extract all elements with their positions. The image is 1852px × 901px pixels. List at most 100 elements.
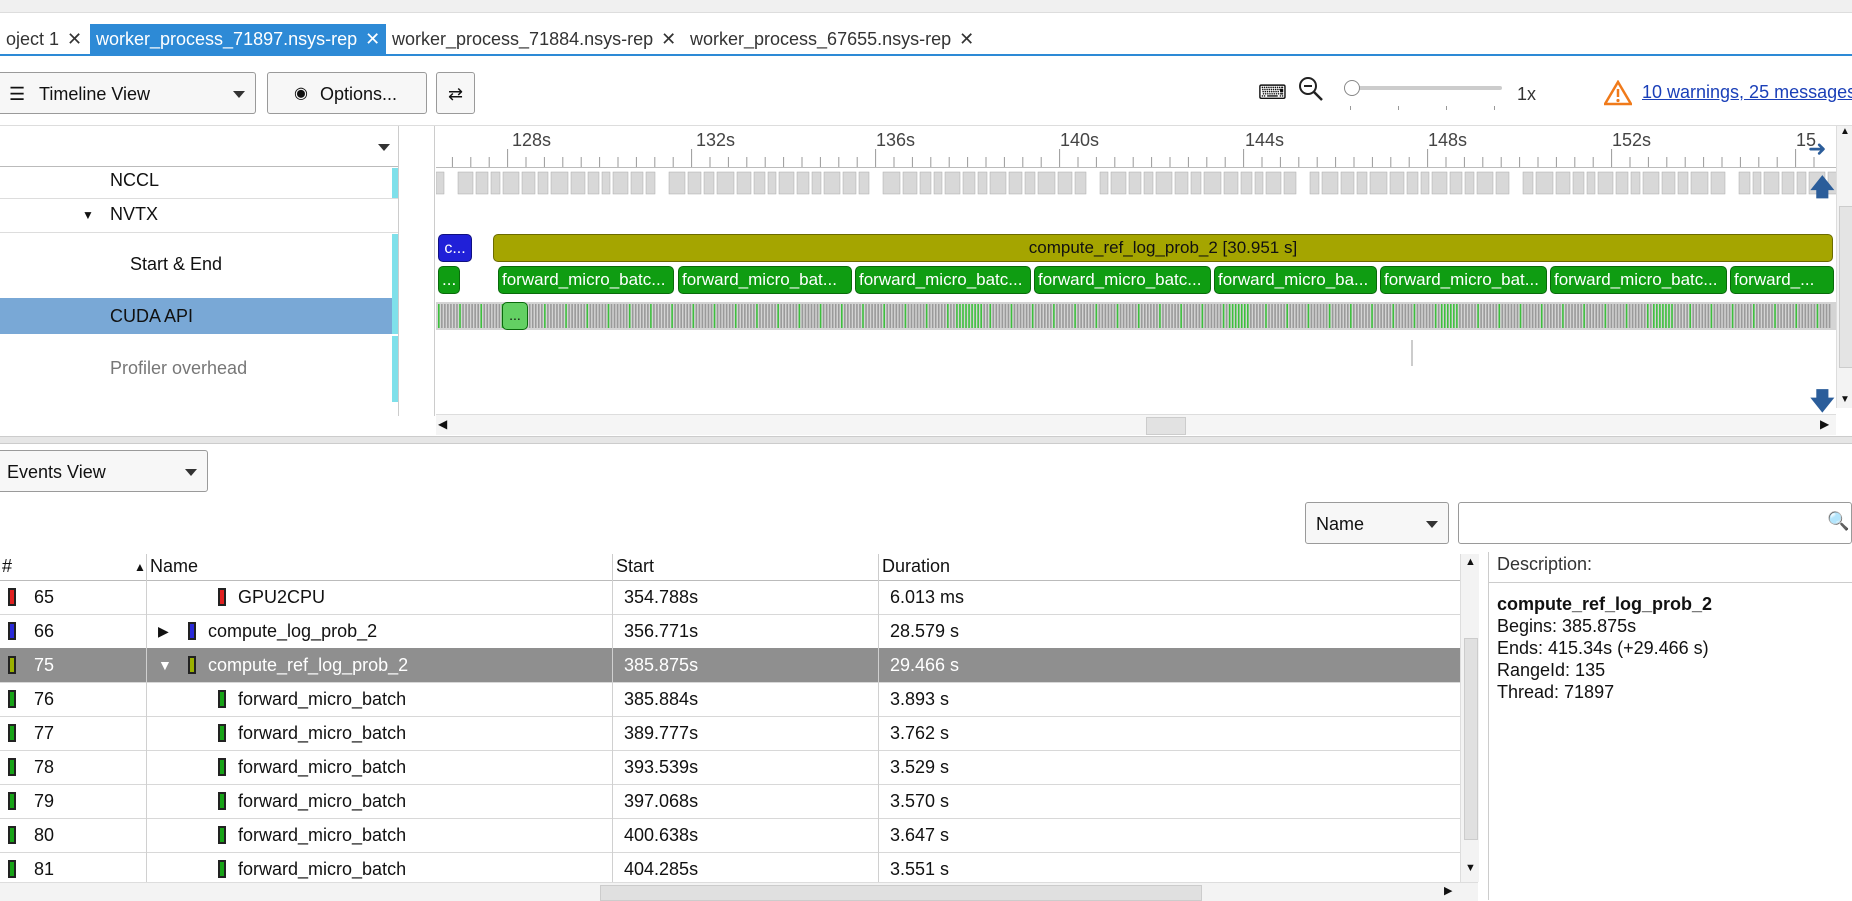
table-row[interactable]: 77 forward_micro_batch 389.777s 3.762 s — [0, 716, 1460, 751]
table-row[interactable]: 76 forward_micro_batch 385.884s 3.893 s — [0, 682, 1460, 717]
scrollbar-thumb[interactable] — [1146, 417, 1186, 435]
close-icon[interactable]: ✕ — [959, 29, 974, 49]
column-header-num[interactable]: # — [2, 556, 12, 577]
timeline-vertical-scrollbar[interactable]: ▲ ▼ — [1836, 126, 1852, 408]
nvtx-forward-micro-batch-bar[interactable]: forward_micro_ba... — [1214, 266, 1377, 294]
nvtx-compute-ref-log-prob-bar[interactable]: compute_ref_log_prob_2 [30.951 s] — [493, 234, 1833, 262]
tab-worker-71884[interactable]: worker_process_71884.nsys-rep ✕ — [386, 24, 682, 54]
view-select[interactable]: ☰ Timeline View — [0, 72, 256, 114]
row-label-nvtx[interactable]: NVTX — [110, 204, 158, 225]
cell-duration: 3.551 s — [890, 859, 950, 879]
nvtx-forward-micro-batch-bar[interactable]: forward_... — [1730, 266, 1834, 294]
collapse-icon[interactable]: ▼ — [158, 648, 172, 682]
nvtx-compute-log-prob-bar[interactable]: c... — [438, 234, 472, 262]
sort-ascending-icon[interactable]: ▲ — [134, 560, 146, 574]
events-view-select[interactable]: Events View — [0, 450, 208, 492]
chevron-down-icon[interactable] — [378, 144, 390, 151]
row-label-profiler-overhead[interactable]: Profiler overhead — [110, 358, 247, 379]
zoom-slider-handle[interactable] — [1344, 80, 1360, 96]
filter-select-label: Name — [1316, 514, 1365, 534]
cuda-api-track[interactable] — [436, 300, 1836, 332]
eye-icon: ◉ — [294, 85, 308, 102]
cell-num: 81 — [34, 859, 55, 879]
filter-select[interactable]: Name — [1305, 502, 1449, 544]
table-row[interactable]: 75 ▼ compute_ref_log_prob_2 385.875s 29.466 … — [0, 648, 1460, 683]
warnings-link[interactable]: 10 warnings, 25 messages — [1642, 82, 1852, 103]
tab-worker-67655[interactable]: worker_process_67655.nsys-rep ✕ — [684, 24, 980, 54]
search-field[interactable]: 🔍 — [1458, 502, 1852, 544]
search-input[interactable] — [1465, 505, 1809, 543]
row-color-swatch — [218, 792, 226, 810]
chevron-down-icon — [1426, 521, 1438, 528]
cell-start: 400.638s — [624, 825, 699, 845]
tick-label: 132s — [696, 130, 736, 150]
nvtx-forward-micro-batch-bar[interactable]: forward_micro_batc... — [1550, 266, 1727, 294]
scrollbar-thumb[interactable] — [1464, 638, 1478, 840]
collapse-icon[interactable]: ▼ — [82, 208, 94, 222]
row-color-swatch — [8, 724, 16, 742]
tick-label: 128s — [512, 130, 552, 150]
scrollbar-thumb[interactable] — [600, 885, 1202, 901]
keyboard-icon[interactable]: ⌨ — [1258, 80, 1287, 105]
options-button[interactable]: ◉ Options... — [267, 72, 427, 114]
cell-duration: 6.013 ms — [890, 587, 965, 607]
cell-num: 78 — [34, 757, 55, 777]
cell-duration: 3.529 s — [890, 757, 950, 777]
table-row[interactable]: 78 forward_micro_batch 393.539s 3.529 s — [0, 750, 1460, 785]
cell-name: forward_micro_batch — [238, 757, 407, 777]
row-color-swatch — [218, 826, 226, 844]
events-horizontal-scrollbar[interactable]: ▶ — [0, 882, 1478, 901]
tab-worker-71897[interactable]: worker_process_71897.nsys-rep ✕ — [90, 24, 387, 54]
tab-label: oject 1 — [6, 29, 60, 49]
cell-start: 404.285s — [624, 859, 699, 879]
row-color-swatch — [8, 588, 16, 606]
cell-name: forward_micro_batch — [238, 723, 407, 743]
table-row[interactable]: 79 forward_micro_batch 397.068s 3.570 s — [0, 784, 1460, 819]
arrow-right-icon[interactable]: ➜ — [1808, 136, 1826, 162]
nvtx-forward-micro-batch-bar[interactable]: forward_micro_bat... — [678, 266, 852, 294]
cell-num: 65 — [34, 587, 55, 607]
bar-label: forward_micro_bat... — [1384, 270, 1539, 289]
splitter[interactable] — [0, 436, 1852, 444]
close-icon[interactable]: ✕ — [661, 29, 676, 49]
table-row[interactable]: 80 forward_micro_batch 400.638s 3.647 s — [0, 818, 1460, 853]
nccl-track[interactable] — [436, 168, 1836, 196]
close-icon[interactable]: ✕ — [365, 29, 380, 49]
row-label-start-end[interactable]: Start & End — [130, 254, 222, 275]
tick-label: 148s — [1428, 130, 1468, 150]
cell-start: 385.884s — [624, 689, 699, 709]
warning-icon — [1602, 79, 1634, 111]
bar-label: compute_ref_log_prob_2 [30.951 s] — [1028, 238, 1298, 257]
expand-icon[interactable]: ▶ — [158, 614, 169, 648]
close-icon[interactable]: ✕ — [67, 29, 82, 49]
nvtx-forward-small-bar[interactable]: ... — [438, 266, 460, 294]
table-row[interactable]: 65 GPU2CPU 354.788s 6.013 ms — [0, 580, 1460, 615]
timeline-header-left[interactable] — [0, 126, 398, 167]
nvtx-forward-micro-batch-bar[interactable]: forward_micro_batc... — [498, 266, 674, 294]
nvtx-forward-micro-batch-bar[interactable]: forward_micro_bat... — [1380, 266, 1547, 294]
zoom-slider[interactable] — [1344, 80, 1504, 110]
timeline-horizontal-scrollbar[interactable]: ◀ ▶ — [436, 414, 1836, 435]
cuda-api-selected-marker[interactable]: ... — [502, 302, 528, 330]
tab-project[interactable]: oject 1 ✕ — [0, 24, 88, 54]
row-color-swatch — [8, 690, 16, 708]
zoom-out-icon[interactable] — [1298, 76, 1324, 107]
arrow-up-icon[interactable]: 🡅 — [1810, 170, 1835, 211]
swap-icon: ⇄ — [447, 84, 464, 104]
table-row[interactable]: 66 ▶ compute_log_prob_2 356.771s 28.579 s — [0, 614, 1460, 649]
swap-button[interactable]: ⇄ — [436, 72, 475, 114]
column-header-name[interactable]: Name — [150, 556, 198, 577]
bar-label: ... — [442, 270, 457, 289]
events-vertical-scrollbar[interactable]: ▲ ▼ — [1460, 554, 1479, 882]
row-color-swatch — [8, 826, 16, 844]
search-icon[interactable]: 🔍 — [1827, 511, 1849, 532]
row-cuda-api[interactable]: CUDA API — [0, 298, 398, 334]
row-color-swatch — [188, 656, 196, 674]
bar-label: ... — [509, 307, 521, 323]
column-header-duration[interactable]: Duration — [882, 556, 950, 577]
nvtx-forward-micro-batch-bar[interactable]: forward_micro_batc... — [1034, 266, 1211, 294]
column-header-start[interactable]: Start — [616, 556, 654, 577]
events-table-header: # ▲ Name Start Duration — [0, 554, 1460, 581]
row-label-nccl[interactable]: NCCL — [110, 170, 159, 191]
nvtx-forward-micro-batch-bar[interactable]: forward_micro_batc... — [855, 266, 1031, 294]
